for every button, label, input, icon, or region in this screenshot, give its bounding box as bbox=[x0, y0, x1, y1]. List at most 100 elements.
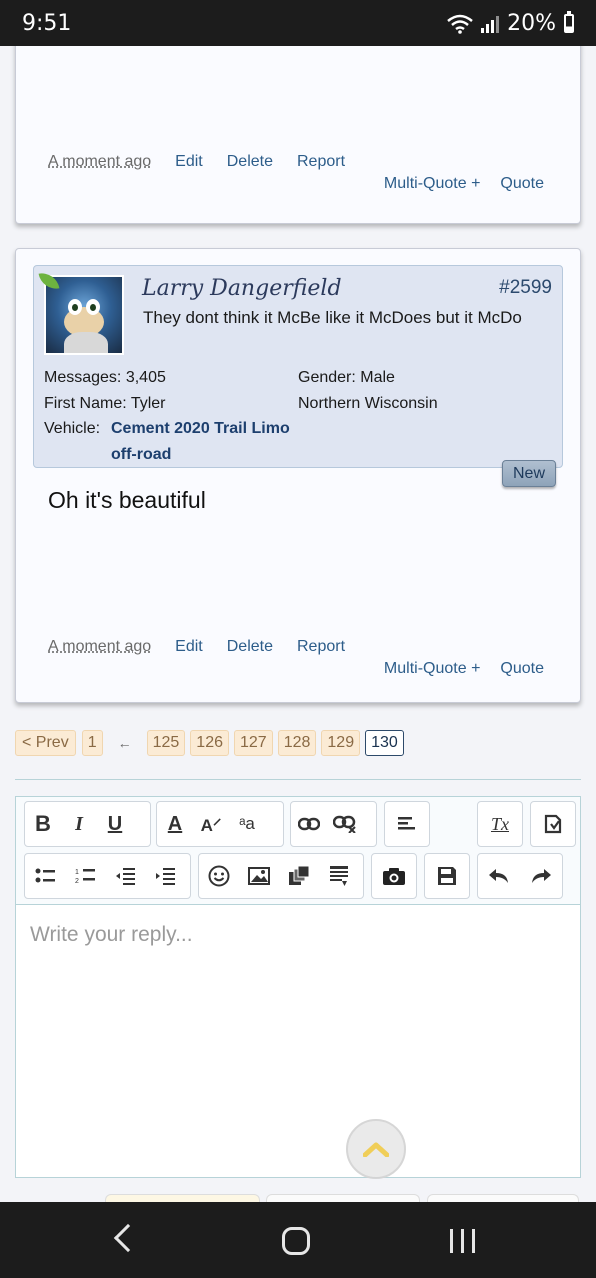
wifi-icon bbox=[447, 14, 473, 34]
reply-editor: B I U A A⸍ ᵃa Tx 1 2 Write your reply... bbox=[15, 796, 581, 1179]
quote-link[interactable]: Quote bbox=[500, 660, 544, 678]
quote-actions: Multi-Quote + Quote bbox=[384, 660, 544, 678]
system-nav-bar bbox=[0, 1202, 596, 1278]
remove-format-group: Tx bbox=[477, 801, 523, 847]
page-125[interactable]: 125 bbox=[146, 730, 186, 756]
text-style-group: B I U bbox=[24, 801, 151, 847]
username[interactable]: Larry Dangerfield bbox=[142, 276, 342, 301]
forum-post: Larry Dangerfield #2599 They dont think … bbox=[15, 248, 581, 703]
firstname-label: First Name: bbox=[44, 395, 127, 412]
multiquote-link[interactable]: Multi-Quote + bbox=[384, 175, 480, 193]
remove-format-icon[interactable]: Tx bbox=[478, 802, 522, 846]
editor-toolbar: B I U A A⸍ ᵃa Tx 1 2 bbox=[16, 797, 580, 905]
svg-text:2: 2 bbox=[75, 878, 79, 885]
bullet-list-icon[interactable] bbox=[25, 854, 65, 898]
pagination: < Prev 1 ← 125 126 127 128 129 130 bbox=[15, 730, 404, 756]
delete-link[interactable]: Delete bbox=[227, 638, 273, 656]
edit-link[interactable]: Edit bbox=[175, 153, 203, 171]
messages-value: 3,405 bbox=[125, 369, 166, 386]
list-group: 12 bbox=[24, 853, 191, 899]
messages-field: Messages: 3,405 bbox=[44, 369, 166, 387]
firstname-value: Tyler bbox=[130, 395, 166, 412]
page-126[interactable]: 126 bbox=[190, 730, 229, 756]
redo-icon[interactable] bbox=[520, 854, 562, 898]
gender-label: Gender: bbox=[298, 369, 356, 386]
user-title: They dont think it McBe like it McDoes b… bbox=[143, 308, 522, 327]
post-number[interactable]: #2599 bbox=[499, 277, 552, 299]
post-actions: A moment ago Edit Delete Report bbox=[48, 638, 345, 656]
home-icon[interactable] bbox=[282, 1227, 310, 1255]
gender-field: Gender: Male bbox=[298, 369, 395, 387]
multiquote-link[interactable]: Multi-Quote + bbox=[384, 660, 480, 678]
link-icon[interactable] bbox=[291, 802, 327, 846]
gender-value: Male bbox=[360, 369, 395, 386]
location-field: Northern Wisconsin bbox=[298, 395, 438, 412]
report-link[interactable]: Report bbox=[297, 153, 345, 171]
vehicle-label: Vehicle: bbox=[44, 420, 101, 437]
bottom-tab-peek bbox=[427, 1194, 579, 1202]
delete-link[interactable]: Delete bbox=[227, 153, 273, 171]
user-info-panel: Larry Dangerfield #2599 They dont think … bbox=[33, 265, 563, 468]
vehicle-value-line2[interactable]: off-road bbox=[111, 446, 171, 464]
battery-icon bbox=[564, 11, 574, 33]
battery-percent: 20% bbox=[507, 11, 556, 36]
report-link[interactable]: Report bbox=[297, 638, 345, 656]
post-actions: A moment ago Edit Delete Report bbox=[48, 153, 345, 171]
underline-icon[interactable]: U bbox=[97, 802, 133, 846]
history-group bbox=[477, 853, 563, 899]
svg-text:1: 1 bbox=[75, 869, 79, 876]
page-128[interactable]: 128 bbox=[277, 730, 317, 756]
quote-actions: Multi-Quote + Quote bbox=[384, 175, 544, 193]
status-bar: 9:51 20% bbox=[0, 0, 596, 46]
status-time: 9:51 bbox=[22, 11, 72, 36]
chevron-up-icon bbox=[363, 1142, 389, 1157]
font-color-icon[interactable]: A bbox=[157, 802, 193, 846]
vehicle-value-line1[interactable]: Cement 2020 Trail Limo bbox=[111, 420, 290, 438]
outdent-icon[interactable] bbox=[105, 854, 145, 898]
firstname-field: First Name: Tyler bbox=[44, 395, 166, 413]
paste-group bbox=[530, 801, 576, 847]
post-time[interactable]: A moment ago bbox=[48, 638, 151, 656]
save-group bbox=[424, 853, 470, 899]
emoji-icon[interactable] bbox=[199, 854, 239, 898]
image-icon[interactable] bbox=[239, 854, 279, 898]
recent-apps-icon[interactable] bbox=[450, 1229, 475, 1253]
italic-icon[interactable]: I bbox=[61, 802, 97, 846]
page-130-current[interactable]: 130 bbox=[365, 730, 404, 756]
divider bbox=[15, 779, 581, 780]
camera-group bbox=[371, 853, 417, 899]
save-icon[interactable] bbox=[425, 854, 469, 898]
font-family-icon[interactable]: ᵃa bbox=[229, 802, 265, 846]
bold-icon[interactable]: B bbox=[25, 802, 61, 846]
link-group bbox=[290, 801, 377, 847]
scroll-to-top-button[interactable] bbox=[346, 1119, 406, 1179]
signal-icon bbox=[481, 15, 500, 33]
media-embed-icon[interactable] bbox=[319, 854, 359, 898]
indent-icon[interactable] bbox=[145, 854, 185, 898]
bottom-tab-peek bbox=[105, 1194, 260, 1202]
pagination-ellipsis-arrow: ← bbox=[117, 735, 132, 751]
gallery-icon[interactable] bbox=[279, 854, 319, 898]
numbered-list-icon[interactable]: 12 bbox=[65, 854, 105, 898]
undo-icon[interactable] bbox=[478, 854, 520, 898]
align-icon[interactable] bbox=[385, 802, 429, 846]
reply-input[interactable]: Write your reply... bbox=[30, 923, 193, 947]
prev-page-button[interactable]: < Prev bbox=[15, 730, 76, 756]
font-group: A A⸍ ᵃa bbox=[156, 801, 284, 847]
edit-link[interactable]: Edit bbox=[175, 638, 203, 656]
post-time[interactable]: A moment ago bbox=[48, 153, 151, 171]
page-129[interactable]: 129 bbox=[321, 730, 361, 756]
camera-icon[interactable] bbox=[372, 854, 416, 898]
previous-post: A moment ago Edit Delete Report Multi-Qu… bbox=[15, 46, 581, 224]
page-127[interactable]: 127 bbox=[234, 730, 273, 756]
bottom-tab-peek bbox=[266, 1194, 420, 1202]
quote-link[interactable]: Quote bbox=[500, 175, 544, 193]
page-first[interactable]: 1 bbox=[81, 730, 103, 756]
new-badge[interactable]: New bbox=[502, 460, 556, 487]
font-size-icon[interactable]: A⸍ bbox=[193, 802, 229, 846]
back-icon[interactable] bbox=[113, 1223, 143, 1253]
align-group bbox=[384, 801, 430, 847]
paste-icon[interactable] bbox=[531, 802, 575, 846]
post-message: Oh it's beautiful bbox=[48, 487, 206, 513]
unlink-icon[interactable] bbox=[327, 802, 363, 846]
